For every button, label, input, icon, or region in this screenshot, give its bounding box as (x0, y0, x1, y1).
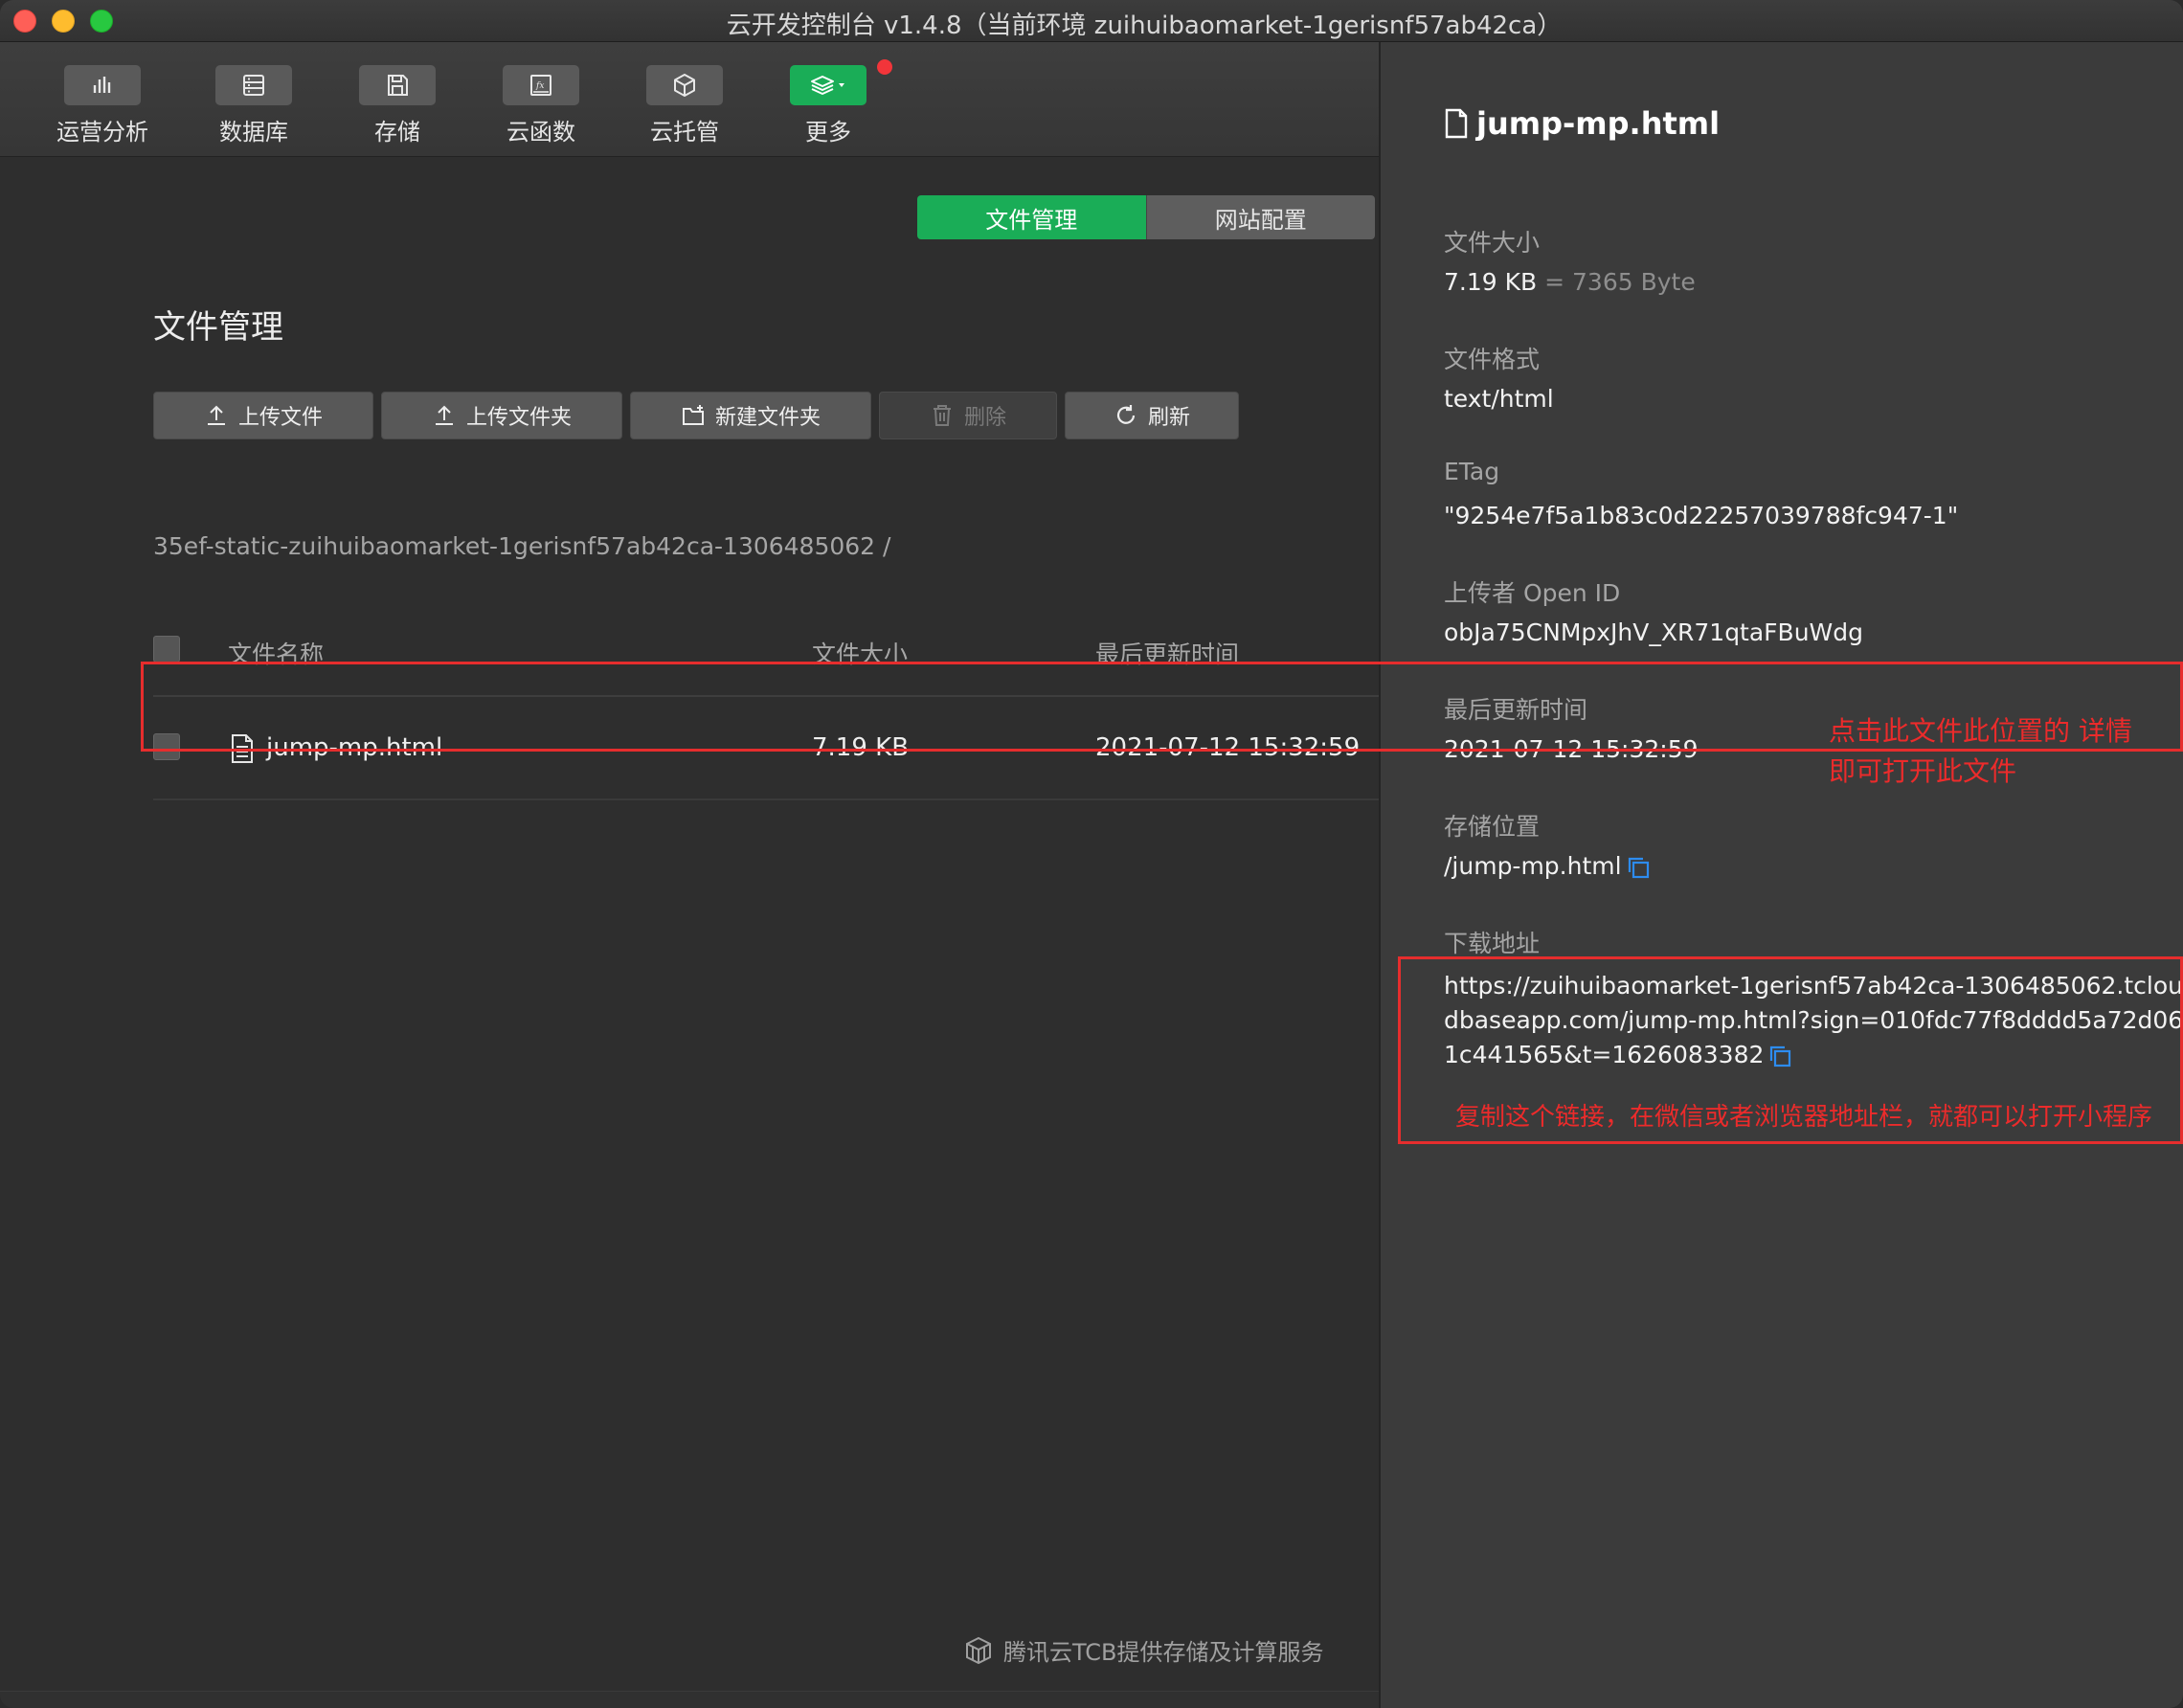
toolbar-item-cloudhosting[interactable]: 云托管 (622, 65, 747, 151)
document-icon (232, 734, 253, 763)
database-icon (243, 75, 264, 96)
toolbar-item-label: 运营分析 (56, 119, 148, 146)
size-kb: 7.19 KB (1444, 268, 1538, 296)
storage-path-text: /jump-mp.html (1444, 852, 1622, 880)
refresh-label: 刷新 (1147, 406, 1190, 430)
detail-file-name: jump-mp.html (1476, 105, 1721, 142)
etag-value: "9254e7f5a1b83c0d22257039788fc947-1" (1444, 502, 1959, 529)
upload-icon (207, 405, 225, 425)
toolbar-item-analytics[interactable]: 运营分析 (40, 65, 165, 151)
toolbar-item-label: 云托管 (650, 119, 719, 146)
select-all-checkbox[interactable] (153, 636, 180, 663)
column-header-time: 最后更新时间 (1095, 640, 1240, 668)
status-bar (0, 1691, 1379, 1708)
annotation-text: 复制这个链接，在微信或者浏览器地址栏，就都可以打开小程序 (1455, 1103, 2153, 1132)
updated-time-value: 2021-07-12 15:32:59 (1444, 735, 1699, 763)
layers-dropdown-icon (811, 76, 844, 95)
annotation-text: 即可打开此文件 (1829, 755, 2017, 787)
row-checkbox[interactable] (153, 733, 180, 760)
upload-file-button[interactable]: 上传文件 (153, 392, 373, 439)
upload-icon (435, 405, 453, 425)
download-url-value: https://zuihuibaomarket-1gerisnf57ab42ca… (1444, 969, 2183, 1072)
svg-text:fx: fx (535, 81, 544, 91)
download-url-text[interactable]: https://zuihuibaomarket-1gerisnf57ab42ca… (1444, 972, 2183, 1068)
format-label: 文件格式 (1444, 346, 1541, 373)
column-header-name: 文件名称 (228, 640, 325, 668)
trash-icon (933, 405, 951, 426)
toolbar-item-label: 更多 (805, 119, 851, 146)
function-icon: fx (530, 75, 551, 96)
openid-value: obJa75CNMpxJhV_XR71qtaFBuWdg (1444, 618, 1864, 646)
file-size-cell: 7.19 KB (812, 733, 910, 762)
openid-label: 上传者 Open ID (1444, 579, 1621, 607)
title-bar: 云开发控制台 v1.4.8（当前环境 zuihuibaomarket-1geri… (0, 0, 2183, 42)
delete-label: 删除 (963, 406, 1006, 430)
copy-icon[interactable] (1767, 1044, 1792, 1068)
main-toolbar: 运营分析 数据库 存储 fx 云函数 云托管 更多 (0, 42, 1379, 157)
toolbar-item-label: 存储 (374, 119, 420, 146)
storage-path-value: /jump-mp.html (1444, 852, 1651, 880)
file-time-cell: 2021-07-12 15:32:59 (1095, 733, 1361, 762)
upload-folder-button[interactable]: 上传文件夹 (381, 392, 622, 439)
tencent-cloud-logo-icon (966, 1636, 991, 1664)
footer-text: 腾讯云TCB提供存储及计算服务 (1003, 1639, 1324, 1666)
annotation-text: 点击此文件此位置的 详情 (1829, 715, 2132, 747)
toolbar-item-label: 云函数 (506, 119, 575, 146)
etag-label: ETag (1444, 458, 1500, 485)
upload-file-label: 上传文件 (237, 406, 323, 430)
cube-icon (674, 74, 695, 97)
file-name-cell[interactable]: jump-mp.html (266, 733, 442, 762)
toolbar-item-label: 数据库 (219, 119, 288, 146)
toolbar-item-more[interactable]: 更多 (766, 59, 892, 151)
column-header-size: 文件大小 (812, 640, 909, 668)
updated-time-label: 最后更新时间 (1444, 696, 1588, 724)
window-title: 云开发控制台 v1.4.8（当前环境 zuihuibaomarket-1geri… (726, 11, 1563, 40)
download-url-label: 下载地址 (1444, 930, 1541, 957)
upload-folder-label: 上传文件夹 (465, 406, 572, 430)
page-title: 文件管理 (153, 308, 283, 347)
toolbar-item-database[interactable]: 数据库 (191, 65, 316, 151)
document-icon (1445, 108, 1468, 139)
row-divider (153, 798, 1379, 800)
delete-button[interactable]: 删除 (879, 392, 1057, 439)
size-bytes: = 7365 Byte (1544, 268, 1696, 296)
refresh-icon (1116, 405, 1136, 424)
size-label: 文件大小 (1444, 229, 1541, 257)
format-value: text/html (1444, 385, 1554, 413)
footer-credit: 腾讯云TCB提供存储及计算服务 (963, 1633, 1323, 1667)
new-folder-icon (682, 405, 704, 425)
breadcrumb[interactable]: 35ef-static-zuihuibaomarket-1gerisnf57ab… (153, 532, 890, 560)
tab-file-management[interactable]: 文件管理 (917, 195, 1146, 239)
file-list-pane: 运营分析 数据库 存储 fx 云函数 云托管 更多 文件管理 网站配置 文件管理… (0, 42, 1379, 1708)
detail-title: jump-mp.html (1444, 105, 1720, 142)
size-value: 7.19 KB = 7365 Byte (1444, 268, 1696, 296)
bar-chart-icon (93, 77, 111, 93)
storage-path-label: 存储位置 (1444, 813, 1541, 841)
notification-badge (877, 59, 892, 75)
new-folder-label: 新建文件夹 (714, 406, 821, 430)
save-disk-icon (388, 75, 408, 96)
view-tabs: 文件管理 网站配置 (917, 195, 1375, 239)
new-folder-button[interactable]: 新建文件夹 (630, 392, 871, 439)
app-window: 云开发控制台 v1.4.8（当前环境 zuihuibaomarket-1geri… (0, 0, 2183, 1708)
copy-icon[interactable] (1626, 855, 1651, 880)
toolbar-item-functions[interactable]: fx 云函数 (479, 65, 603, 151)
refresh-button[interactable]: 刷新 (1065, 392, 1239, 439)
tab-site-config[interactable]: 网站配置 (1145, 195, 1375, 239)
file-detail-pane: jump-mp.html 文件大小 7.19 KB = 7365 Byte 文件… (1379, 42, 2183, 1708)
table-header-divider (153, 695, 1379, 697)
toolbar-item-storage[interactable]: 存储 (335, 65, 460, 151)
